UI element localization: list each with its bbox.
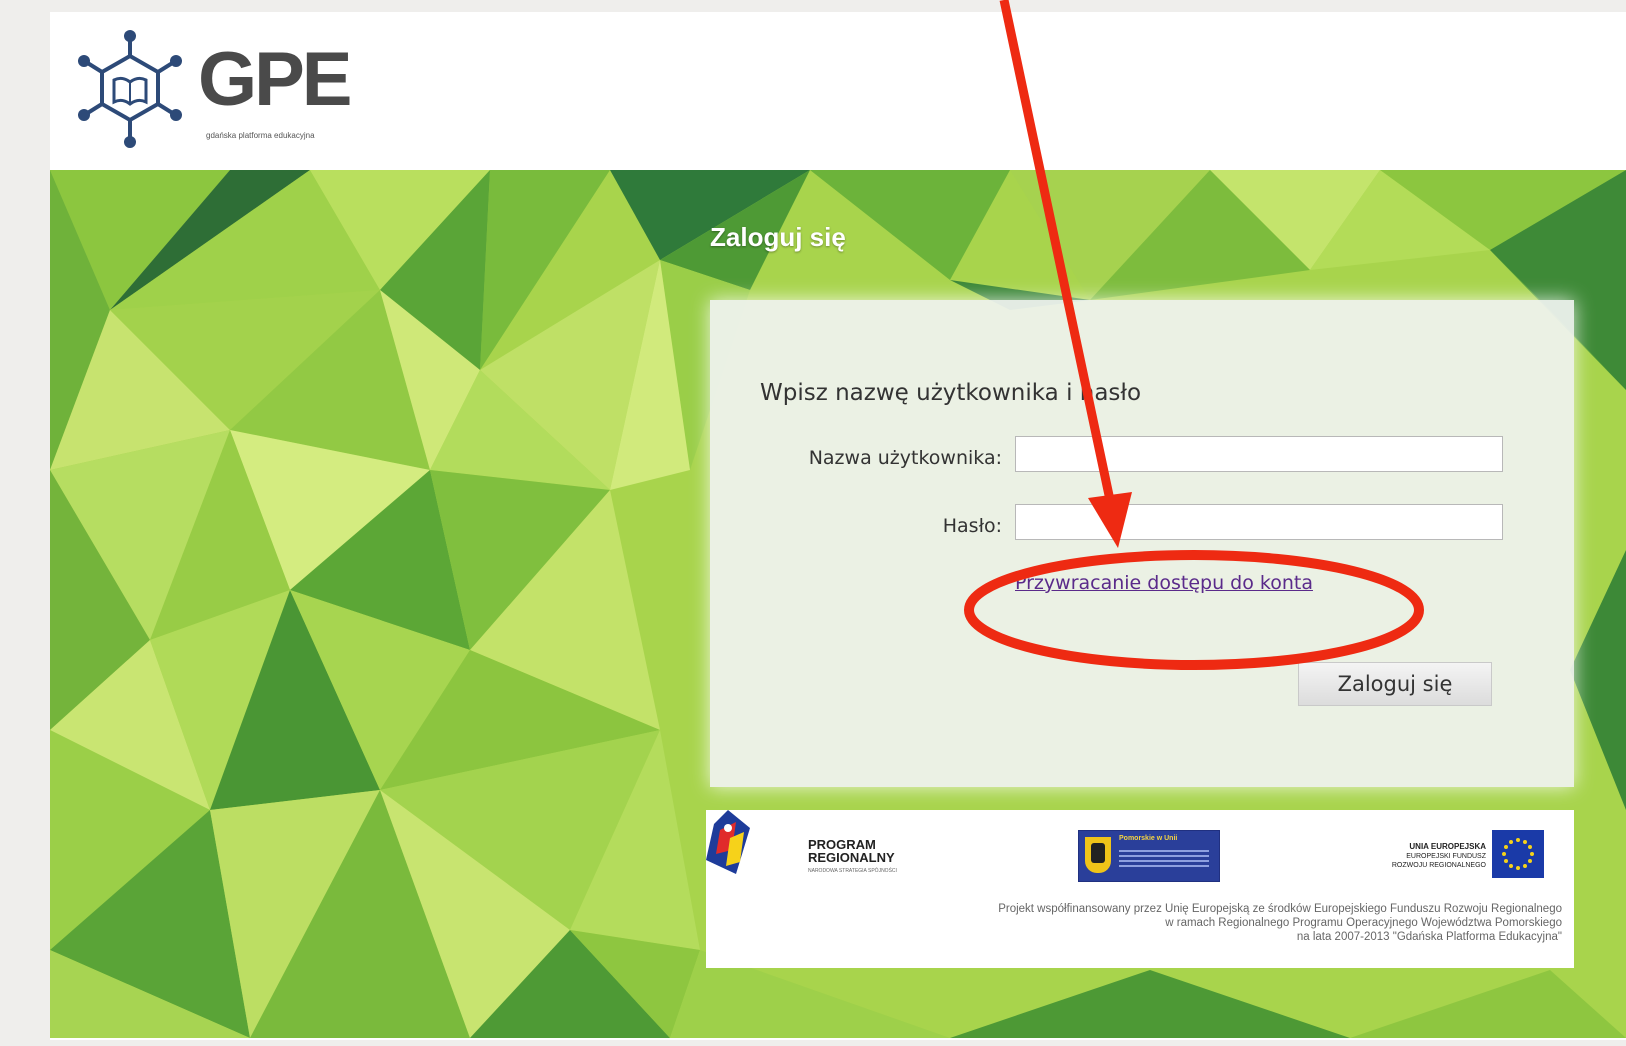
- sponsor-note-line2: w ramach Regionalnego Programu Operacyjn…: [1165, 917, 1562, 929]
- pomorskie-title: Pomorskie w Unii: [1119, 835, 1178, 842]
- sponsor-note-line3: na lata 2007-2013 "Gdańska Platforma Edu…: [1296, 931, 1562, 943]
- ue-line3: ROZWOJU REGIONALNEGO: [1391, 862, 1486, 869]
- eu-flag-icon: [1492, 830, 1544, 878]
- password-input[interactable]: [1015, 504, 1503, 540]
- username-label: Nazwa użytkownika:: [808, 447, 1002, 469]
- program-regionalny-subtitle: NARODOWA STRATEGIA SPÓJNOŚCI: [808, 868, 897, 874]
- logo-text: GPE: [198, 37, 352, 122]
- program-line2: REGIONALNY: [808, 850, 895, 865]
- gpe-logo[interactable]: GPE gdańska platforma edukacyjna: [70, 28, 370, 163]
- login-button[interactable]: Zaloguj się: [1298, 662, 1492, 706]
- ue-line2: EUROPEJSKI FUNDUSZ: [1406, 853, 1486, 860]
- hexagon-book-icon: [78, 30, 182, 148]
- hero-title: Zaloguj się: [710, 222, 846, 252]
- program-regionalny-logo-icon: [706, 810, 750, 874]
- login-form: Wpisz nazwę użytkownika i hasło Nazwa uż…: [710, 300, 1574, 787]
- logo-subtitle: gdańska platforma edukacyjna: [206, 131, 315, 140]
- recover-account-link[interactable]: Przywracanie dostępu do konta: [1015, 572, 1313, 594]
- sponsor-bar: PROGRAM REGIONALNY NARODOWA STRATEGIA SP…: [706, 810, 1574, 968]
- program-regionalny-text: PROGRAM REGIONALNY: [808, 838, 895, 864]
- pomorskie-lines: [1119, 847, 1209, 870]
- ue-line1: UNIA EUROPEJSKA: [1409, 842, 1486, 851]
- pomorskie-logo: Pomorskie w Unii: [1078, 830, 1220, 882]
- username-input[interactable]: [1015, 436, 1503, 472]
- page: GPE gdańska platforma edukacyjna Zaloguj…: [0, 0, 1626, 1046]
- griffin-shield-icon: [1085, 837, 1111, 873]
- ue-fund-text: UNIA EUROPEJSKA EUROPEJSKI FUNDUSZ ROZWO…: [1356, 842, 1486, 870]
- sponsor-note: Projekt współfinansowany przez Unię Euro…: [706, 902, 1562, 944]
- password-label: Hasło:: [942, 515, 1002, 537]
- sponsor-note-line1: Projekt współfinansowany przez Unię Euro…: [998, 903, 1562, 915]
- login-heading: Wpisz nazwę użytkownika i hasło: [760, 380, 1142, 406]
- login-hero: Zaloguj się Wpisz nazwę użytkownika i ha…: [50, 170, 1626, 1038]
